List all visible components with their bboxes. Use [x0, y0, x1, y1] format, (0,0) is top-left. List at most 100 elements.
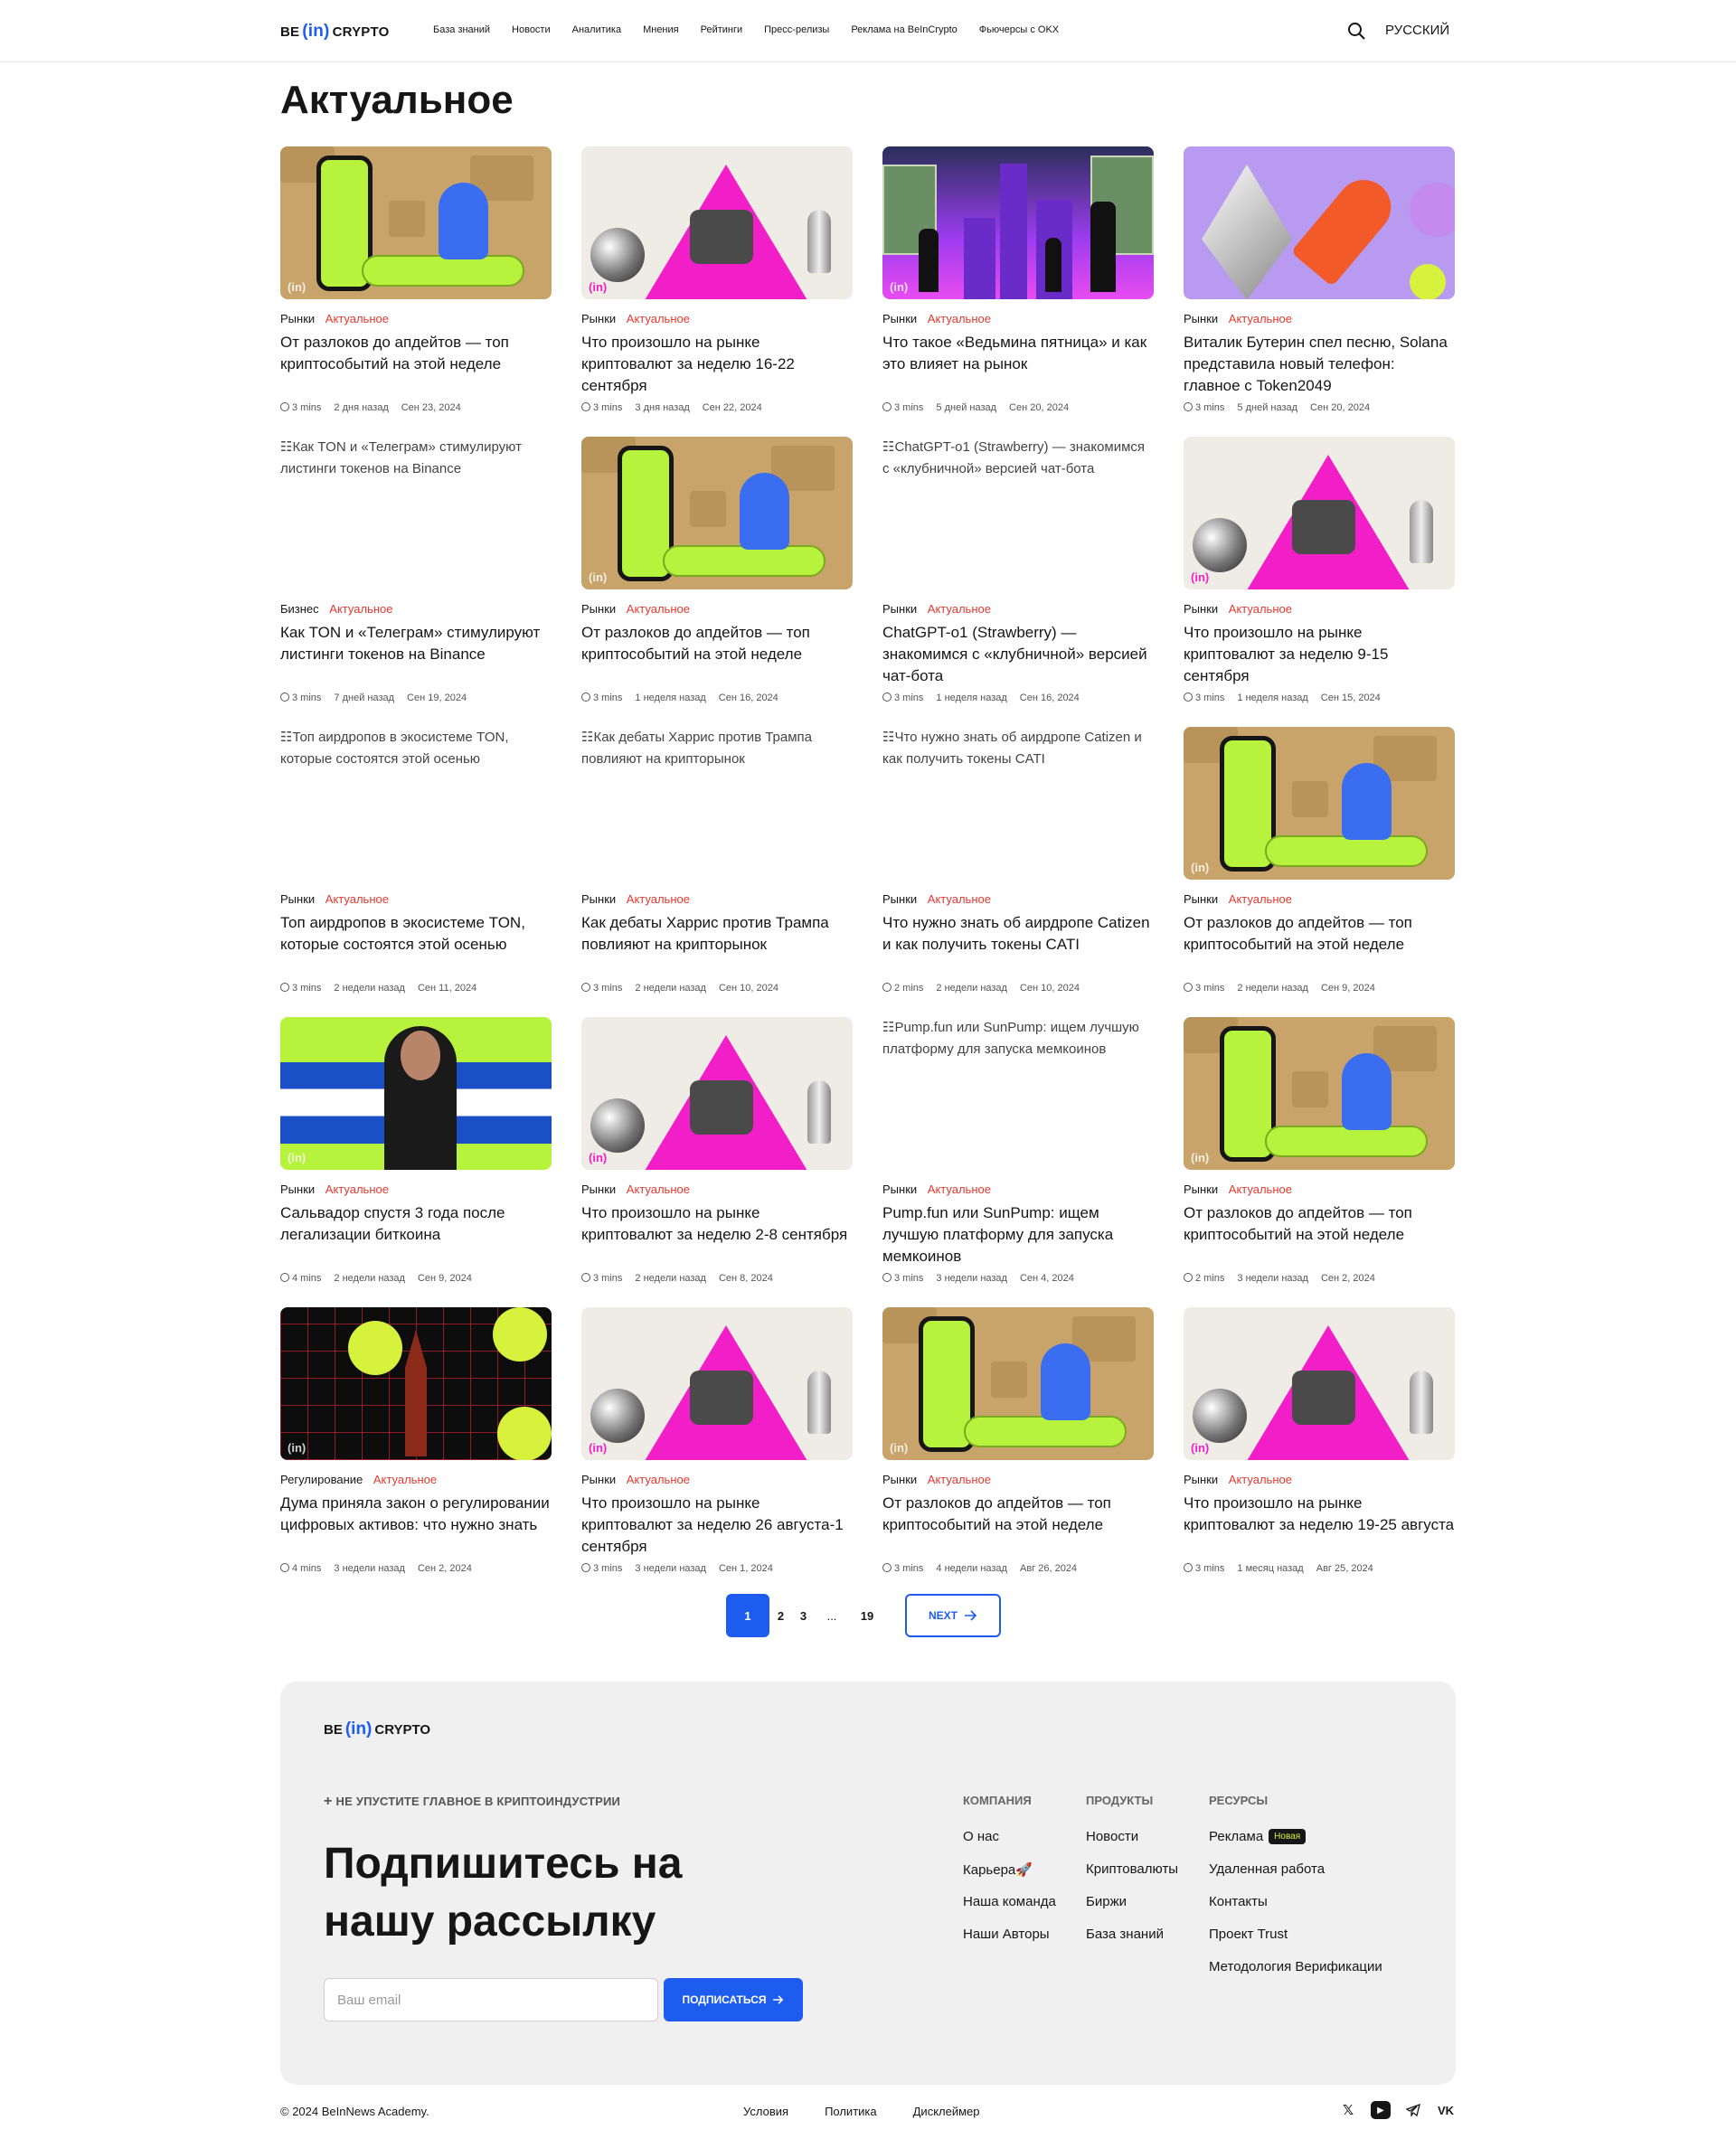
article-card[interactable]: ☷Что нужно знать об аирдропе Catizen и к… — [882, 727, 1154, 1017]
article-thumbnail[interactable]: (in) — [882, 1307, 1154, 1460]
page-19-button[interactable]: 19 — [849, 1594, 885, 1637]
category-tag[interactable]: Рынки — [280, 1183, 315, 1196]
article-card[interactable]: (in) Рынки Актуальное Что произошло на р… — [1184, 437, 1455, 727]
footer-link-advertising[interactable]: Реклама Новая — [1209, 1829, 1382, 1850]
topic-tag[interactable]: Актуальное — [627, 1183, 690, 1196]
article-card[interactable]: ☷ChatGPT-o1 (Strawberry) — знакомимся с … — [882, 437, 1154, 727]
footer-link-authors[interactable]: Наши Авторы — [963, 1927, 1056, 1947]
article-thumbnail[interactable]: (in) — [581, 1307, 853, 1460]
article-title[interactable]: Что произошло на рынке криптовалют за не… — [1184, 1493, 1455, 1558]
category-tag[interactable]: Рынки — [1184, 312, 1218, 325]
category-tag[interactable]: Рынки — [581, 1183, 616, 1196]
nav-press-releases[interactable]: Пресс-релизы — [764, 24, 829, 35]
category-tag[interactable]: Рынки — [882, 312, 917, 325]
article-card[interactable]: (in) Рынки Актуальное От разлоков до апд… — [1184, 1017, 1455, 1307]
footer-link-contacts[interactable]: Контакты — [1209, 1894, 1382, 1915]
topic-tag[interactable]: Актуальное — [928, 892, 991, 906]
page-3-button[interactable]: 3 — [792, 1594, 815, 1637]
category-tag[interactable]: Рынки — [882, 602, 917, 616]
category-tag[interactable]: Рынки — [581, 312, 616, 325]
footer-logo[interactable]: BE (in) CRYPTO — [324, 1720, 430, 1739]
topic-tag[interactable]: Актуальное — [329, 602, 392, 616]
footer-link-cryptocurrencies[interactable]: Криптовалюты — [1086, 1861, 1178, 1882]
article-image-alt[interactable]: ☷Что нужно знать об аирдропе Catizen и к… — [882, 727, 1154, 880]
footer-link-knowledge-base[interactable]: База знаний — [1086, 1927, 1178, 1947]
article-card[interactable]: ☷Топ аирдропов в экосистеме TON, которые… — [280, 727, 552, 1017]
article-card[interactable]: (in) Рынки Актуальное Что произошло на р… — [581, 1017, 853, 1307]
category-tag[interactable]: Рынки — [280, 892, 315, 906]
x-icon[interactable]: 𝕏 — [1338, 2101, 1358, 2119]
policy-link[interactable]: Политика — [825, 2105, 877, 2118]
topic-tag[interactable]: Актуальное — [326, 1183, 389, 1196]
category-tag[interactable]: Рынки — [882, 1473, 917, 1486]
footer-link-exchanges[interactable]: Биржи — [1086, 1894, 1178, 1915]
footer-link-news[interactable]: Новости — [1086, 1829, 1178, 1850]
topic-tag[interactable]: Актуальное — [1229, 602, 1292, 616]
page-2-button[interactable]: 2 — [769, 1594, 792, 1637]
topic-tag[interactable]: Актуальное — [1229, 1473, 1292, 1486]
footer-link-remote-work[interactable]: Удаленная работа — [1209, 1861, 1382, 1882]
topic-tag[interactable]: Актуальное — [1229, 1183, 1292, 1196]
article-thumbnail[interactable]: (in) — [280, 1017, 552, 1170]
article-title[interactable]: От разлоков до апдейтов — топ криптособы… — [882, 1493, 1154, 1558]
article-image-alt[interactable]: ☷ChatGPT-o1 (Strawberry) — знакомимся с … — [882, 437, 1154, 589]
article-title[interactable]: Что такое «Ведьмина пятница» и как это в… — [882, 332, 1154, 397]
article-title[interactable]: ChatGPT-o1 (Strawberry) — знакомимся с «… — [882, 622, 1154, 687]
article-thumbnail[interactable]: (in) — [280, 1307, 552, 1460]
category-tag[interactable]: Рынки — [1184, 892, 1218, 906]
email-field[interactable] — [324, 1978, 658, 2021]
footer-link-careers[interactable]: Карьера🚀 — [963, 1861, 1056, 1882]
article-title[interactable]: Топ аирдропов в экосистеме TON, которые … — [280, 912, 552, 977]
article-thumbnail[interactable]: (in) — [1184, 727, 1455, 880]
article-title[interactable]: Pump.fun или SunPump: ищем лучшую платфо… — [882, 1202, 1154, 1267]
article-card[interactable]: (in) Рынки Актуальное Что произошло на р… — [581, 146, 853, 437]
page-1-button[interactable]: 1 — [726, 1594, 769, 1637]
category-tag[interactable]: Рынки — [581, 602, 616, 616]
article-thumbnail[interactable]: (in) — [581, 437, 853, 589]
topic-tag[interactable]: Актуальное — [326, 312, 389, 325]
category-tag[interactable]: Рынки — [581, 1473, 616, 1486]
article-card[interactable]: (in) Рынки Актуальное Что произошло на р… — [581, 1307, 853, 1597]
vk-icon[interactable]: VK — [1436, 2101, 1456, 2119]
article-title[interactable]: Что произошло на рынке криптовалют за не… — [581, 1202, 853, 1267]
category-tag[interactable]: Регулирование — [280, 1473, 363, 1486]
topic-tag[interactable]: Актуальное — [373, 1473, 437, 1486]
topic-tag[interactable]: Актуальное — [627, 1473, 690, 1486]
article-title[interactable]: От разлоков до апдейтов — топ криптособы… — [1184, 912, 1455, 977]
article-card[interactable]: (in) Рынки Актуальное От разлоков до апд… — [280, 146, 552, 437]
subscribe-button[interactable]: ПОДПИСАТЬСЯ — [664, 1978, 803, 2021]
category-tag[interactable]: Рынки — [1184, 602, 1218, 616]
footer-link-trust-project[interactable]: Проект Trust — [1209, 1927, 1382, 1947]
article-title[interactable]: От разлоков до апдейтов — топ криптособы… — [1184, 1202, 1455, 1267]
article-thumbnail[interactable]: (in) — [1184, 437, 1455, 589]
nav-knowledge-base[interactable]: База знаний — [433, 24, 490, 35]
article-thumbnail[interactable] — [1184, 146, 1455, 299]
article-thumbnail[interactable]: (in) — [581, 1017, 853, 1170]
terms-link[interactable]: Условия — [743, 2105, 788, 2118]
article-card[interactable]: ☷Как TON и «Телеграм» стимулируют листин… — [280, 437, 552, 727]
article-title[interactable]: Как TON и «Телеграм» стимулируют листинг… — [280, 622, 552, 687]
article-card[interactable]: (in) Рынки Актуальное От разлоков до апд… — [882, 1307, 1154, 1597]
article-image-alt[interactable]: ☷Как дебаты Харрис против Трампа повлияю… — [581, 727, 853, 880]
article-card[interactable]: (in) Рынки Актуальное От разлоков до апд… — [1184, 727, 1455, 1017]
footer-link-verification-methodology[interactable]: Методология Верификации — [1209, 1959, 1382, 1980]
nav-ratings[interactable]: Рейтинги — [701, 24, 743, 35]
article-title[interactable]: Что произошло на рынке криптовалют за не… — [1184, 622, 1455, 687]
category-tag[interactable]: Бизнес — [280, 602, 319, 616]
category-tag[interactable]: Рынки — [1184, 1183, 1218, 1196]
topic-tag[interactable]: Актуальное — [928, 1183, 991, 1196]
topic-tag[interactable]: Актуальное — [928, 1473, 991, 1486]
article-image-alt[interactable]: ☷Топ аирдропов в экосистеме TON, которые… — [280, 727, 552, 880]
article-thumbnail[interactable]: (in) — [1184, 1307, 1455, 1460]
article-title[interactable]: Сальвадор спустя 3 года после легализаци… — [280, 1202, 552, 1267]
topic-tag[interactable]: Актуальное — [326, 892, 389, 906]
article-card[interactable]: Рынки Актуальное Виталик Бутерин спел пе… — [1184, 146, 1455, 437]
article-card[interactable]: ☷Как дебаты Харрис против Трампа повлияю… — [581, 727, 853, 1017]
topic-tag[interactable]: Актуальное — [627, 602, 690, 616]
search-icon[interactable] — [1347, 22, 1365, 40]
article-card[interactable]: (in) Рынки Актуальное От разлоков до апд… — [581, 437, 853, 727]
article-title[interactable]: Дума приняла закон о регулировании цифро… — [280, 1493, 552, 1558]
topic-tag[interactable]: Актуальное — [1229, 312, 1292, 325]
nav-advertising[interactable]: Реклама на BeInCrypto — [851, 24, 957, 35]
article-image-alt[interactable]: ☷Как TON и «Телеграм» стимулируют листин… — [280, 437, 552, 589]
